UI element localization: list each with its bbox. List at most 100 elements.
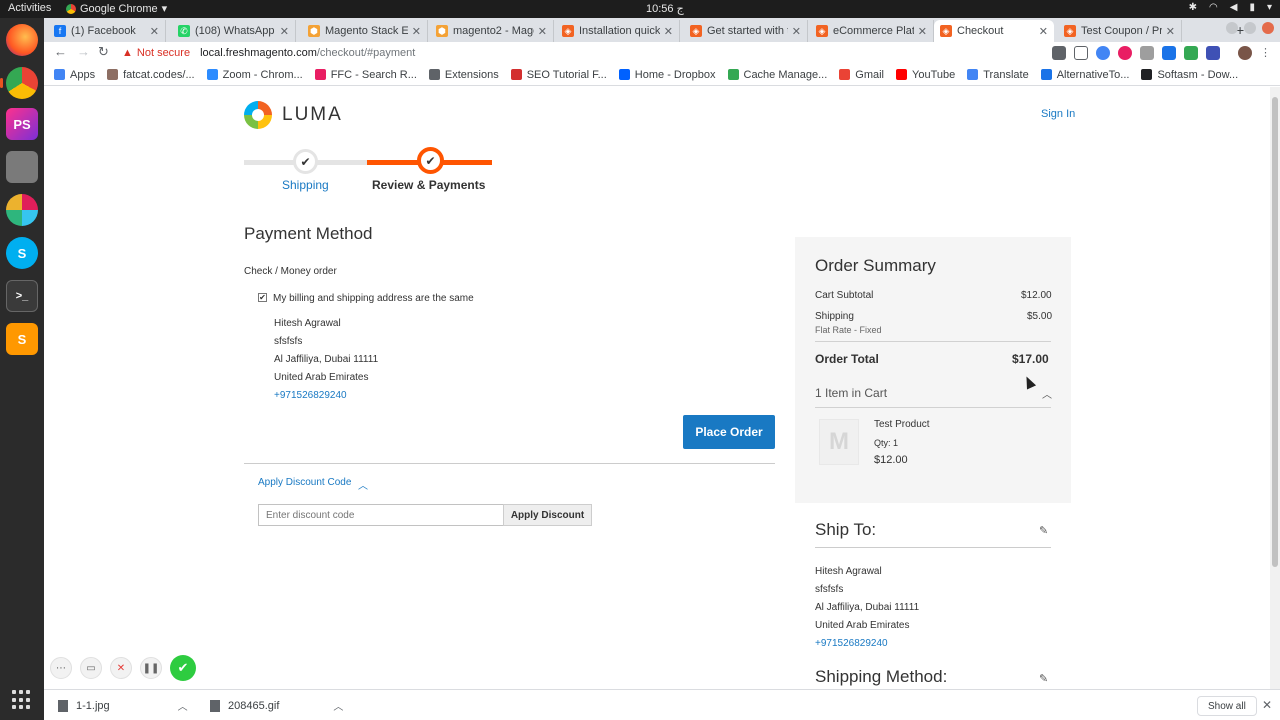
phpstorm-icon[interactable]: PS [6, 108, 38, 140]
bookmark-label: AlternativeTo... [1056, 68, 1130, 81]
bookmark-favicon-icon [967, 69, 979, 80]
edit-pencil-icon[interactable]: ✎ [1039, 524, 1048, 537]
bookmark-item[interactable]: YouTube [896, 69, 955, 81]
bookmark-item[interactable]: AlternativeTo... [1040, 68, 1130, 81]
url-path: /checkout/#payment [316, 47, 416, 59]
items-in-cart-toggle[interactable]: 1 Item in Cart [815, 386, 887, 400]
extension-icon[interactable] [1184, 46, 1198, 60]
step-shipping-label[interactable]: Shipping [282, 178, 329, 192]
back-button[interactable]: ← [54, 44, 67, 59]
file-manager-icon[interactable] [6, 151, 38, 183]
chevron-down-icon: ▾ [161, 3, 168, 15]
bookmark-item[interactable]: SEO Tutorial F... [510, 69, 607, 81]
extension-icon[interactable] [1096, 46, 1110, 60]
store-logo[interactable]: LUMA [244, 101, 343, 129]
close-tab-icon[interactable]: ✕ [792, 25, 801, 38]
step-shipping-marker[interactable]: ✔ [293, 149, 318, 174]
minimize-button[interactable] [1226, 22, 1238, 34]
same-address-checkbox[interactable]: ✔ [258, 293, 267, 302]
avatar[interactable] [1238, 46, 1252, 60]
extension-icon[interactable] [1162, 46, 1176, 60]
chrome-icon[interactable] [6, 67, 38, 99]
tab-3[interactable]: ⬢ magento2 - Mage ✕ [430, 20, 554, 42]
close-tab-icon[interactable]: ✕ [1039, 25, 1048, 38]
system-tray[interactable]: ✱ ◠ ◀ ▮ ▾ [1189, 2, 1272, 13]
close-tab-icon[interactable]: ✕ [918, 25, 927, 38]
show-all-button[interactable]: Show all [1197, 696, 1257, 716]
forward-button[interactable]: → [77, 44, 90, 59]
page-scrollbar[interactable] [1270, 87, 1280, 689]
extension-icon[interactable] [1118, 46, 1132, 60]
bookmark-item[interactable]: Gmail [839, 69, 884, 81]
address-phone[interactable]: +971526829240 [815, 635, 919, 653]
chevron-up-icon[interactable]: ︿ [178, 698, 188, 713]
pause-icon[interactable]: ❚❚ [140, 657, 162, 679]
bookmark-label: Zoom - Chrom... [222, 68, 303, 81]
address-phone[interactable]: +971526829240 [274, 387, 378, 405]
tab-7[interactable]: ◈ Checkout ✕ [934, 20, 1054, 42]
chevron-up-icon[interactable]: ︿ [333, 698, 343, 713]
menu-icon[interactable]: ⋮ [1260, 46, 1274, 60]
tab-5[interactable]: ◈ Get started with t ✕ [684, 20, 808, 42]
tab-6[interactable]: ◈ eCommerce Platfo ✕ [810, 20, 934, 42]
luma-logo-icon [244, 101, 272, 129]
edit-pencil-icon[interactable]: ✎ [1039, 672, 1048, 685]
tab-4[interactable]: ◈ Installation quick ✕ [556, 20, 680, 42]
address-bar[interactable]: ▲ Not secure local.freshmagento.com/chec… [122, 43, 1082, 63]
close-tab-icon[interactable]: ✕ [1166, 25, 1175, 38]
tab-0[interactable]: f (1) Facebook ✕ [48, 20, 166, 42]
same-address-label[interactable]: My billing and shipping address are the … [273, 293, 474, 304]
bookmark-item[interactable]: Cache Manage... [727, 69, 827, 81]
tab-title: magento2 - Mage [453, 25, 534, 37]
chevron-up-icon[interactable]: ︿ [358, 477, 368, 492]
reload-button[interactable]: ↻ [98, 44, 109, 60]
slack-icon[interactable] [6, 194, 38, 226]
sign-in-link[interactable]: Sign In [1041, 108, 1075, 120]
close-window-button[interactable] [1262, 22, 1274, 34]
extension-icon[interactable] [1206, 46, 1220, 60]
bookmark-item[interactable]: fatcat.codes/... [107, 69, 195, 81]
discount-code-input[interactable] [258, 504, 504, 526]
apply-discount-toggle[interactable]: Apply Discount Code [258, 477, 351, 488]
camera-icon[interactable]: ▭ [80, 657, 102, 679]
close-tab-icon[interactable]: ✕ [412, 25, 421, 38]
close-icon[interactable]: ✕ [110, 657, 132, 679]
tab-8[interactable]: ◈ Test Coupon / Pro ✕ [1058, 20, 1182, 42]
bookmark-item[interactable]: Extensions [428, 69, 499, 81]
bookmark-item[interactable]: Home - Dropbox [618, 69, 716, 81]
more-icon[interactable]: ⋯ [50, 657, 72, 679]
firefox-icon[interactable] [6, 24, 38, 56]
download-item[interactable]: 208465.gif ︿ [210, 698, 343, 713]
close-tab-icon[interactable]: ✕ [150, 25, 159, 38]
clock[interactable]: 10:56 ج [646, 2, 684, 15]
close-icon[interactable]: ✕ [1262, 698, 1272, 712]
place-order-button[interactable]: Place Order [683, 415, 775, 449]
maximize-button[interactable] [1244, 22, 1256, 34]
bookmark-item[interactable]: Translate [967, 69, 1029, 81]
bookmark-label: Gmail [855, 68, 885, 81]
show-apps-icon[interactable] [12, 690, 32, 710]
skype-icon[interactable]: S [6, 237, 38, 269]
bookmark-item[interactable]: FFC - Search R... [314, 68, 417, 81]
chevron-up-icon[interactable]: ︿ [1042, 386, 1052, 401]
activities-button[interactable]: Activities [8, 2, 51, 14]
tab-2[interactable]: ⬢ Magento Stack Ex ✕ [302, 20, 428, 42]
extension-icon[interactable] [1140, 46, 1154, 60]
close-tab-icon[interactable]: ✕ [664, 25, 673, 38]
app-menu[interactable]: Google Chrome ▾ [66, 2, 167, 15]
bookmark-label: FFC - Search R... [330, 68, 417, 81]
bookmark-item[interactable]: Softasm - Dow... [1141, 69, 1238, 81]
tab-1[interactable]: ✆ (108) WhatsApp ✕ [172, 20, 296, 42]
star-icon[interactable] [1074, 46, 1088, 60]
close-tab-icon[interactable]: ✕ [538, 25, 547, 38]
terminal-icon[interactable]: >_ [6, 280, 38, 312]
check-icon[interactable]: ✔ [170, 655, 196, 681]
sublime-icon[interactable]: S [6, 323, 38, 355]
bookmark-item[interactable]: Apps [54, 69, 95, 81]
bookmark-item[interactable]: Zoom - Chrom... [206, 68, 303, 81]
camera-icon[interactable] [1052, 46, 1066, 60]
download-item[interactable]: 1-1.jpg ︿ [58, 698, 188, 713]
apply-discount-button[interactable]: Apply Discount [503, 504, 592, 526]
scrollbar-thumb[interactable] [1272, 97, 1278, 567]
close-tab-icon[interactable]: ✕ [280, 25, 289, 38]
